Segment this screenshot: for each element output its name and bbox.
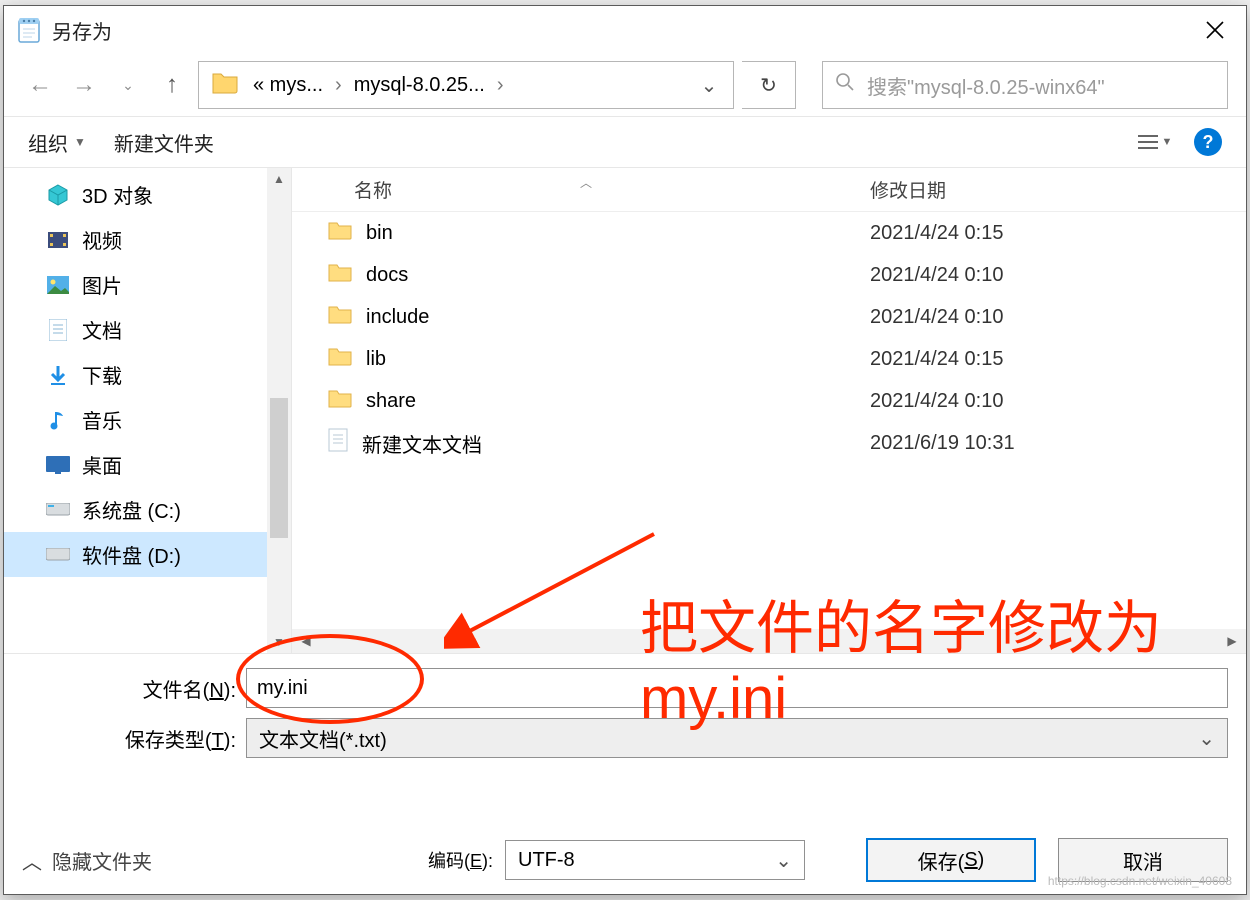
file-row[interactable]: lib 2021/4/24 0:15 xyxy=(292,338,1246,380)
picture-icon xyxy=(46,273,70,297)
nav-up-button[interactable]: ↑ xyxy=(154,67,190,103)
save-as-dialog: 另存为 ← → ⌄ ↑ « mys... › mysql-8.0.25... ›… xyxy=(3,5,1247,895)
refresh-button[interactable]: ↻ xyxy=(742,61,796,109)
scroll-right-icon[interactable]: ▶ xyxy=(1218,634,1246,648)
video-icon xyxy=(46,228,70,252)
horizontal-scrollbar[interactable]: ◀ ▶ xyxy=(292,629,1246,653)
column-name-header[interactable]: 名称 ︿ xyxy=(310,176,870,203)
file-list-pane: 名称 ︿ 修改日期 bin 2021/4/24 0:15 docs 2021/4… xyxy=(292,168,1246,653)
sidebar: 3D 对象 视频 图片 文档 下载 音乐 xyxy=(4,168,292,653)
drive-icon xyxy=(46,498,70,522)
search-placeholder: 搜索"mysql-8.0.25-winx64" xyxy=(867,71,1105,100)
column-date-header[interactable]: 修改日期 xyxy=(870,176,1228,203)
sidebar-item-pictures[interactable]: 图片 xyxy=(4,262,291,307)
view-mode-button[interactable]: ▼ xyxy=(1134,127,1176,157)
file-row[interactable]: share 2021/4/24 0:10 xyxy=(292,380,1246,422)
scroll-thumb[interactable] xyxy=(270,398,288,538)
sidebar-item-3d-objects[interactable]: 3D 对象 xyxy=(4,172,291,217)
filename-input[interactable] xyxy=(246,668,1228,708)
encoding-label: 编码(E): xyxy=(428,847,493,873)
sidebar-item-downloads[interactable]: 下载 xyxy=(4,352,291,397)
close-button[interactable] xyxy=(1192,10,1238,50)
breadcrumb-segment[interactable]: mysql-8.0.25... xyxy=(348,74,491,97)
document-icon xyxy=(46,318,70,342)
drive-icon xyxy=(46,543,70,567)
desktop-icon xyxy=(46,453,70,477)
search-icon xyxy=(835,72,855,98)
filetype-label: 保存类型(T): xyxy=(22,724,236,753)
help-button[interactable]: ? xyxy=(1194,128,1222,156)
search-input[interactable]: 搜索"mysql-8.0.25-winx64" xyxy=(822,61,1228,109)
download-icon xyxy=(46,363,70,387)
filename-label: 文件名(N): xyxy=(22,674,236,703)
folder-icon xyxy=(328,346,352,372)
chevron-down-icon: ▼ xyxy=(74,135,86,149)
file-row[interactable]: docs 2021/4/24 0:10 xyxy=(292,254,1246,296)
folder-icon xyxy=(211,70,241,100)
sidebar-item-desktop[interactable]: 桌面 xyxy=(4,442,291,487)
bottom-panel: 文件名(N): 保存类型(T): 文本文档(*.txt) ⌄ ︿ 隐藏文件夹 编… xyxy=(4,653,1246,894)
sidebar-item-documents[interactable]: 文档 xyxy=(4,307,291,352)
breadcrumb-segment[interactable]: « mys... xyxy=(247,74,329,97)
folder-icon xyxy=(328,220,352,246)
folder-icon xyxy=(328,388,352,414)
watermark: https://blog.csdn.net/weixin_40608 xyxy=(1048,874,1232,888)
folder-icon xyxy=(328,304,352,330)
sidebar-item-drive-d[interactable]: 软件盘 (D:) xyxy=(4,532,291,577)
scroll-up-icon[interactable]: ▲ xyxy=(273,168,285,190)
sidebar-item-music[interactable]: 音乐 xyxy=(4,397,291,442)
chevron-down-icon: ⌄ xyxy=(775,848,792,873)
new-folder-button[interactable]: 新建文件夹 xyxy=(114,128,214,157)
nav-recent-dropdown[interactable]: ⌄ xyxy=(110,67,146,103)
file-row[interactable]: 新建文本文档 2021/6/19 10:31 xyxy=(292,422,1246,464)
save-button[interactable]: 保存(S) xyxy=(866,838,1036,882)
toolbar: 组织 ▼ 新建文件夹 ▼ ? xyxy=(4,116,1246,168)
encoding-select[interactable]: UTF-8 ⌄ xyxy=(505,840,805,880)
sort-asc-icon: ︿ xyxy=(580,174,592,191)
nav-forward-button[interactable]: → xyxy=(66,67,102,103)
text-file-icon xyxy=(328,428,348,458)
scroll-left-icon[interactable]: ◀ xyxy=(292,634,320,648)
breadcrumb[interactable]: « mys... › mysql-8.0.25... › ⌄ xyxy=(198,61,734,109)
folder-icon xyxy=(328,262,352,288)
scroll-down-icon[interactable]: ▼ xyxy=(273,631,285,653)
chevron-right-icon[interactable]: › xyxy=(491,74,510,97)
file-list-header: 名称 ︿ 修改日期 xyxy=(292,168,1246,212)
sidebar-item-videos[interactable]: 视频 xyxy=(4,217,291,262)
nav-row: ← → ⌄ ↑ « mys... › mysql-8.0.25... › ⌄ ↻… xyxy=(4,54,1246,116)
notepad-icon xyxy=(16,16,44,44)
chevron-up-icon: ︿ xyxy=(22,846,42,875)
sidebar-item-drive-c[interactable]: 系统盘 (C:) xyxy=(4,487,291,532)
organize-menu[interactable]: 组织 ▼ xyxy=(28,128,86,157)
file-row[interactable]: bin 2021/4/24 0:15 xyxy=(292,212,1246,254)
window-title: 另存为 xyxy=(52,16,112,45)
file-row[interactable]: include 2021/4/24 0:10 xyxy=(292,296,1246,338)
nav-back-button[interactable]: ← xyxy=(22,67,58,103)
breadcrumb-dropdown[interactable]: ⌄ xyxy=(691,73,727,98)
sidebar-scrollbar[interactable]: ▲ ▼ xyxy=(267,168,291,653)
cube-icon xyxy=(46,183,70,207)
titlebar: 另存为 xyxy=(4,6,1246,54)
hide-folders-toggle[interactable]: ︿ 隐藏文件夹 xyxy=(22,846,152,875)
filetype-select[interactable]: 文本文档(*.txt) ⌄ xyxy=(246,718,1228,758)
chevron-right-icon[interactable]: › xyxy=(329,74,348,97)
chevron-down-icon: ⌄ xyxy=(1198,726,1215,751)
music-icon xyxy=(46,408,70,432)
content-area: 3D 对象 视频 图片 文档 下载 音乐 xyxy=(4,168,1246,653)
